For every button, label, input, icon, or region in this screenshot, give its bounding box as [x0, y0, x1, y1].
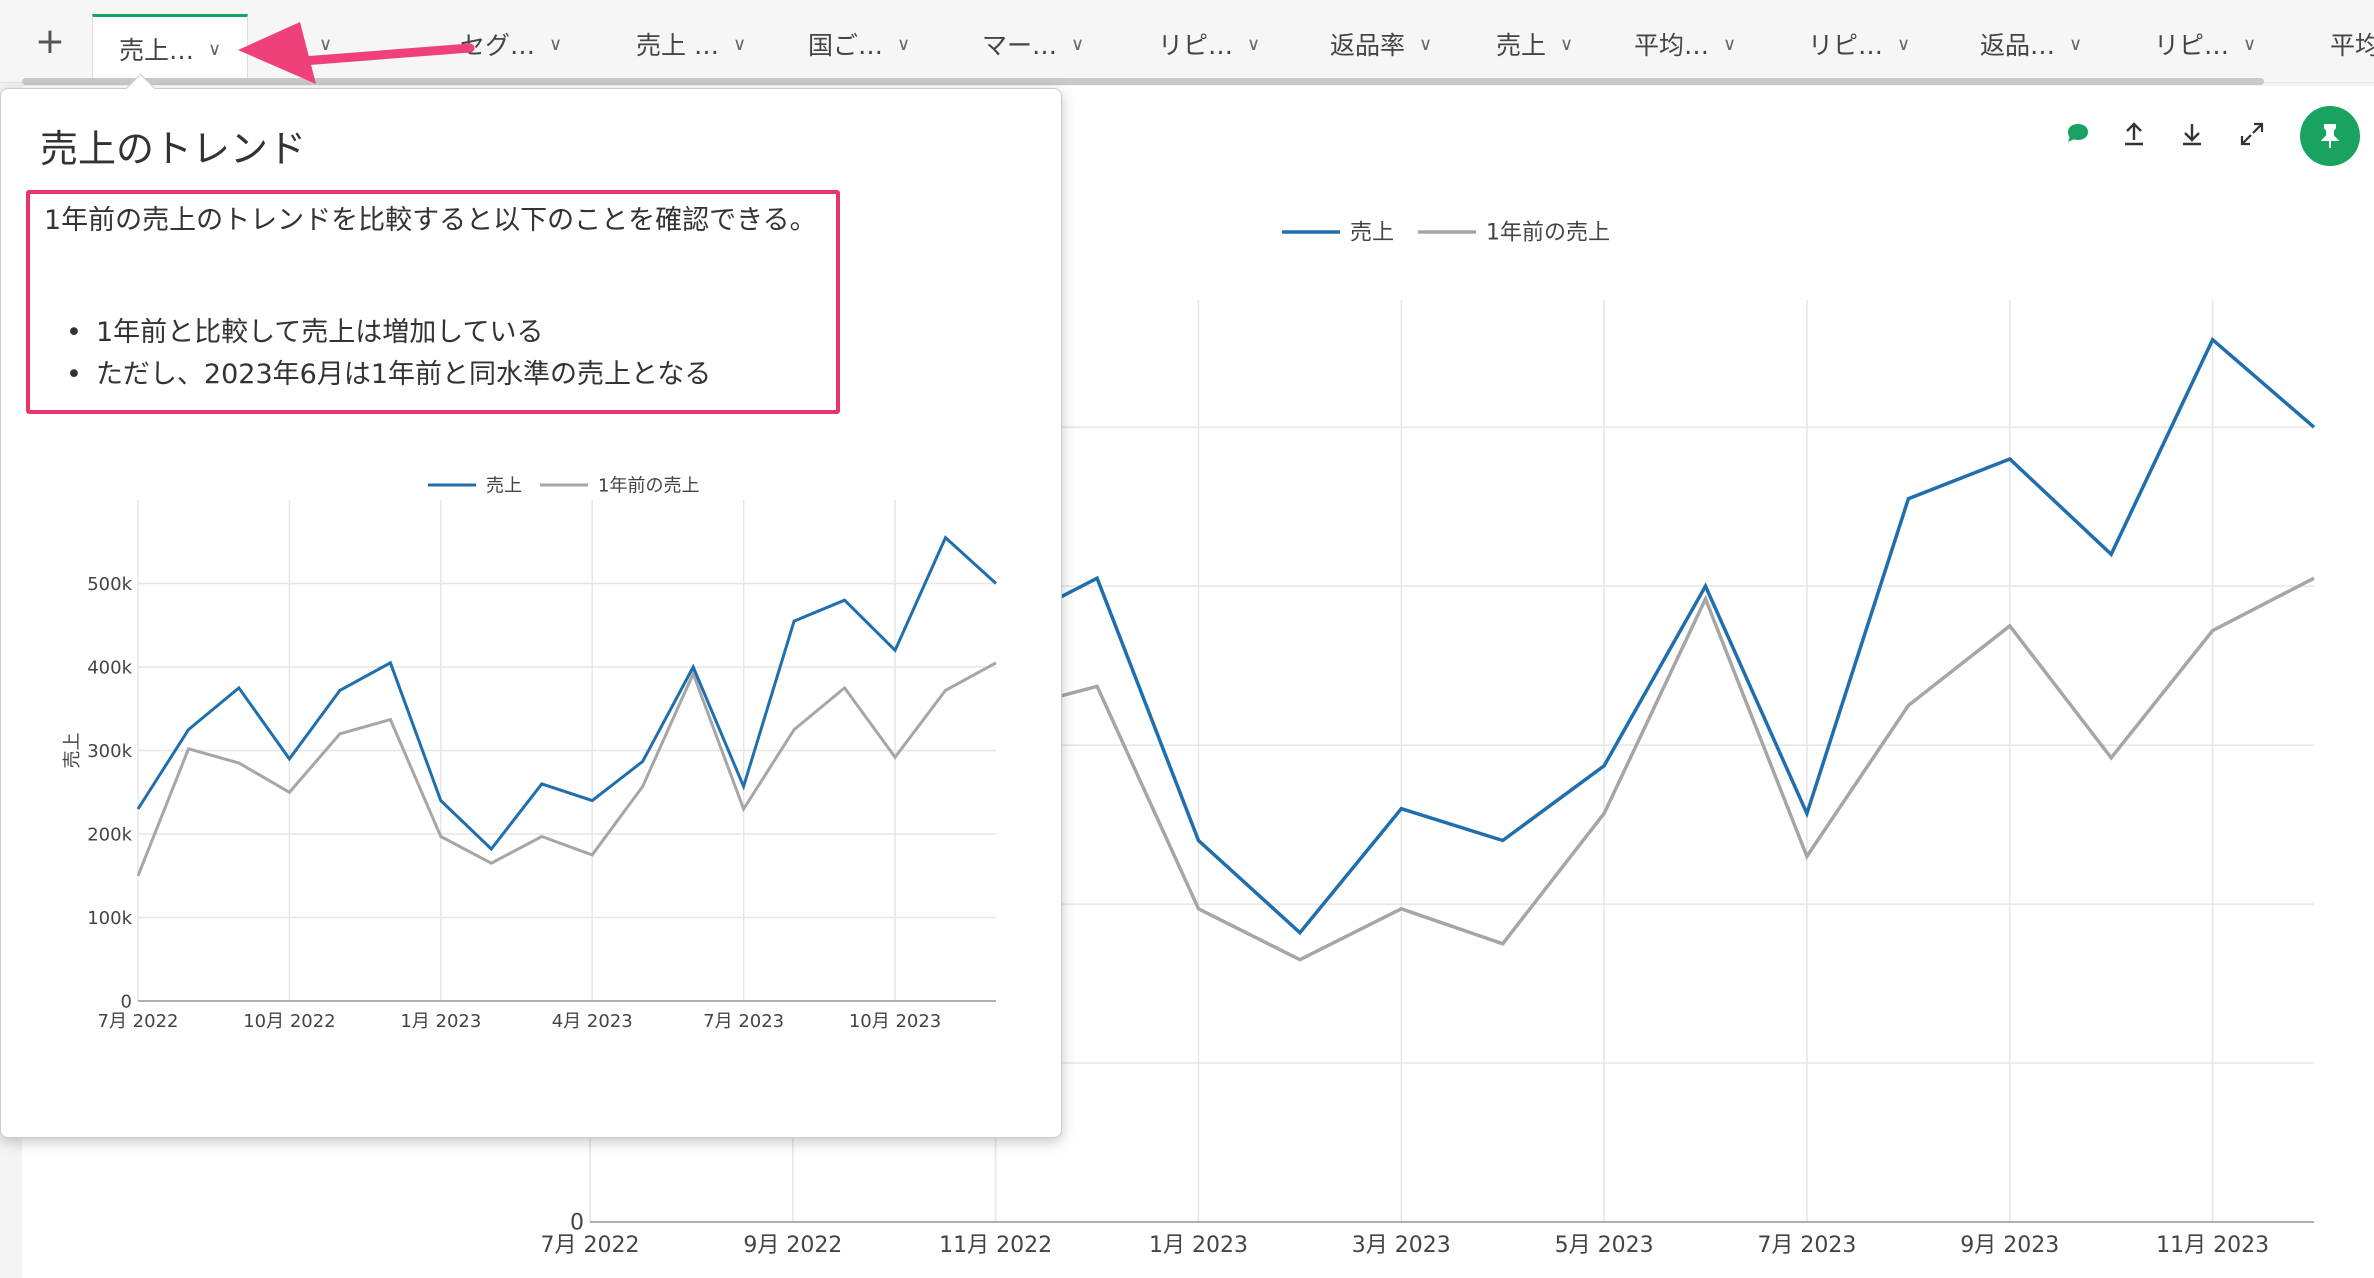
y-tick-label: 500k	[87, 574, 132, 595]
series-line-prev	[136, 661, 997, 877]
x-tick-label: 9月 2023	[1960, 1233, 2059, 1258]
x-tick-label: 7月 2022	[541, 1233, 640, 1258]
series-line-sales	[136, 535, 998, 852]
x-tick-label: 1月 2023	[400, 1011, 481, 1032]
x-tick-label: 11月 2023	[2156, 1233, 2269, 1258]
annotation-arrow	[238, 22, 475, 84]
y-tick-label: 200k	[87, 824, 132, 845]
x-tick-label: 7月 2023	[703, 1011, 784, 1032]
legend-label-sales: 売上	[1350, 221, 1394, 246]
popover-chart: 7月 2022 10月 2022 1月 2023 4月 2023 7月 2023 10月 …	[62, 475, 998, 1032]
x-tick-label: 10月 2022	[243, 1011, 335, 1032]
y-axis-label: 売上	[62, 733, 83, 769]
y-tick-label: 300k	[87, 741, 132, 762]
x-tick-label: 7月 2023	[1757, 1233, 1856, 1258]
y-tick-label: 0	[570, 1211, 584, 1236]
pin-icon	[2320, 124, 2340, 148]
x-tick-label: 7月 2022	[98, 1011, 179, 1032]
y-tick-label: 0	[121, 991, 132, 1012]
y-tick-label: 100k	[87, 908, 132, 929]
x-tick-label: 1月 2023	[1149, 1233, 1248, 1258]
y-tick-label: 400k	[87, 657, 132, 678]
x-tick-label: 5月 2023	[1555, 1233, 1654, 1258]
pin-button[interactable]	[2300, 106, 2360, 166]
x-tick-label: 3月 2023	[1352, 1233, 1451, 1258]
comment-icon[interactable]	[2062, 120, 2094, 152]
x-tick-label: 11月 2022	[939, 1233, 1052, 1258]
legend-label-prev: 1年前の売上	[1486, 221, 1610, 246]
upload-icon[interactable]	[2118, 120, 2150, 152]
x-tick-label: 10月 2023	[849, 1011, 941, 1032]
x-tick-label: 9月 2022	[743, 1233, 842, 1258]
legend-label-sales: 売上	[486, 475, 522, 496]
download-icon[interactable]	[2176, 120, 2208, 152]
x-tick-label: 4月 2023	[552, 1011, 633, 1032]
legend-label-prev: 1年前の売上	[598, 475, 699, 496]
expand-icon[interactable]	[2236, 120, 2268, 152]
